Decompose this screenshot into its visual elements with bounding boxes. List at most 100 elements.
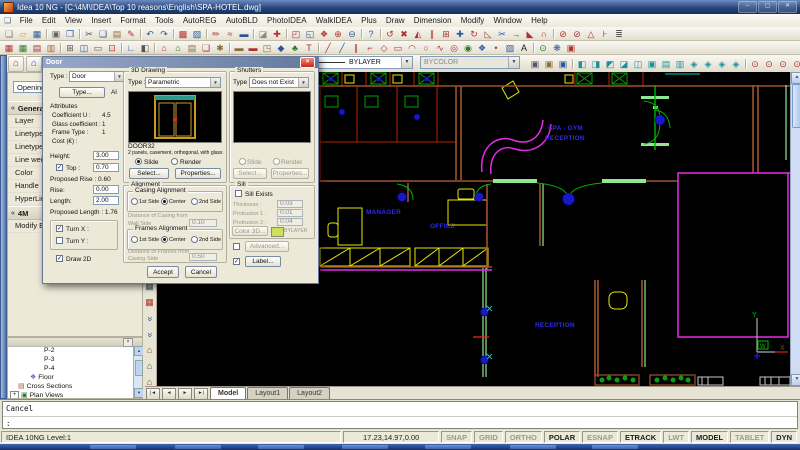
menu-help[interactable]: Help	[527, 16, 553, 25]
frames-1st-radio[interactable]	[131, 236, 138, 243]
move-icon[interactable]: ✚	[453, 28, 467, 40]
roof-2-icon[interactable]: ⌂	[171, 42, 185, 54]
arc-icon[interactable]: ◠	[405, 42, 419, 54]
menu-file[interactable]: File	[15, 16, 37, 25]
schedule-icon[interactable]: ▤	[30, 42, 44, 54]
iso-nw-icon[interactable]: ◈	[729, 58, 743, 70]
rise-field[interactable]	[93, 185, 119, 194]
offset-icon[interactable]: ∥	[425, 28, 439, 40]
slide-radio[interactable]	[135, 158, 142, 165]
erase-icon[interactable]: ◪	[256, 28, 270, 40]
idea-tool-1-icon[interactable]: ⌂	[143, 344, 156, 358]
accept-button[interactable]: Accept	[147, 266, 179, 278]
polyline-icon[interactable]: ⌐	[363, 42, 377, 54]
circle-icon[interactable]: ○	[419, 42, 433, 54]
turn-x-checkbox[interactable]	[56, 225, 63, 232]
symbol-star-icon[interactable]: ✱	[213, 42, 227, 54]
copy-icon[interactable]: ❑	[96, 28, 110, 40]
tab-first-icon[interactable]: |◄	[146, 388, 160, 400]
status-toggle-snap[interactable]: SNAP	[441, 431, 472, 443]
menu-photoidea[interactable]: PhotoIDEA	[262, 16, 311, 25]
status-toggle-model[interactable]: MODEL	[691, 431, 728, 443]
view-3d-ortho-icon[interactable]: ▥	[673, 58, 687, 70]
zoom-previous-icon[interactable]: ◱	[303, 28, 317, 40]
rotate-icon[interactable]: ↻	[467, 28, 481, 40]
door-tool-icon[interactable]: ⊡	[105, 42, 119, 54]
xline-icon[interactable]: ╱	[335, 42, 349, 54]
iso-ne-icon[interactable]: ◈	[715, 58, 729, 70]
cut-icon[interactable]: ✂	[82, 28, 96, 40]
roof-icon[interactable]: ⌂	[157, 42, 171, 54]
status-toggle-dyn[interactable]: DYN	[771, 431, 797, 443]
array-icon[interactable]: ⊞	[439, 28, 453, 40]
materials-icon[interactable]: ❋	[550, 42, 564, 54]
tree-item-plan-views[interactable]: +▣Plan Views	[8, 391, 134, 398]
extend-icon[interactable]: →	[509, 28, 523, 40]
menu-format[interactable]: Format	[116, 16, 151, 25]
pencil-icon[interactable]: ✏	[209, 28, 223, 40]
menu-view[interactable]: View	[60, 16, 86, 25]
view-top-icon[interactable]: ◧	[575, 58, 589, 70]
view-left-icon[interactable]: ◩	[603, 58, 617, 70]
menu-edit[interactable]: Edit	[37, 16, 60, 25]
idea-blue-icon[interactable]: ⌂	[26, 56, 42, 72]
table-icon[interactable]: ◆	[274, 42, 288, 54]
zoom-realtime-icon[interactable]: ⊙	[748, 58, 762, 70]
canvas-scrollbar[interactable]: ▲ ▼	[790, 72, 800, 386]
view-front-icon[interactable]: ◫	[631, 58, 645, 70]
publish-icon[interactable]: ▣	[556, 58, 570, 70]
opening-icon[interactable]: ▭	[91, 42, 105, 54]
status-toggle-ortho[interactable]: ORTHO	[505, 431, 542, 443]
dialog-title-bar[interactable]: Door ×	[43, 57, 318, 68]
collapse-2-icon[interactable]: »	[143, 329, 157, 342]
hatch-green-icon[interactable]: ▦	[16, 42, 30, 54]
new-icon[interactable]: ❏	[2, 28, 16, 40]
zoom-out-icon[interactable]: ⊖	[345, 28, 359, 40]
view-back-icon[interactable]: ▣	[645, 58, 659, 70]
menu-modify[interactable]: Modify	[456, 16, 489, 25]
chair-icon[interactable]: ◳	[260, 42, 274, 54]
draw-2d-checkbox[interactable]	[56, 255, 63, 262]
view-3d-icon[interactable]: ❏	[199, 42, 213, 54]
casing-1st-radio[interactable]	[131, 198, 138, 205]
sketch-icon[interactable]: ≈	[223, 28, 237, 40]
label-button[interactable]: Label...	[245, 256, 281, 267]
panel-blocks-icon[interactable]: ▦	[143, 296, 156, 310]
view-right-icon[interactable]: ◪	[617, 58, 631, 70]
docked-toolbar-strip[interactable]	[0, 55, 7, 399]
mtext-icon[interactable]: A	[517, 42, 531, 54]
image-attach-icon[interactable]: ▨	[190, 28, 204, 40]
render-radio[interactable]	[171, 158, 178, 165]
help-icon[interactable]: ?	[364, 28, 378, 40]
chamfer-icon[interactable]: ◣	[523, 28, 537, 40]
frames-2nd-radio[interactable]	[191, 236, 198, 243]
menu-autoreg[interactable]: AutoREG	[178, 16, 221, 25]
window-tool-icon[interactable]: ◫	[77, 42, 91, 54]
angle-icon[interactable]: △	[584, 28, 598, 40]
menu-window[interactable]: Window	[489, 16, 527, 25]
chevron-down-icon[interactable]: ▼	[210, 78, 220, 87]
tree-item-p-3[interactable]: P-3	[8, 355, 134, 364]
print-icon[interactable]: ▣	[49, 28, 63, 40]
corner-icon[interactable]: ∟	[124, 42, 138, 54]
status-toggle-grid[interactable]: GRID	[474, 431, 503, 443]
view-bottom-icon[interactable]: ◨	[589, 58, 603, 70]
menu-plus[interactable]: Plus	[357, 16, 382, 25]
iso-se-icon[interactable]: ◈	[701, 58, 715, 70]
zoom-in-icon[interactable]: ⊕	[331, 28, 345, 40]
sill-exists-checkbox[interactable]	[235, 190, 242, 197]
menu-walkidea[interactable]: WalkIDEA	[311, 16, 356, 25]
trim-icon[interactable]: ✂	[495, 28, 509, 40]
pan-icon[interactable]: ❖	[317, 28, 331, 40]
no-track-icon[interactable]: ⊘	[570, 28, 584, 40]
scroll-thumb[interactable]	[135, 360, 143, 376]
zoom-window-2-icon[interactable]: ⊙	[762, 58, 776, 70]
height-field[interactable]	[93, 151, 119, 160]
ellipse-icon[interactable]: ◎	[447, 42, 461, 54]
make-block-icon[interactable]: ❖	[475, 42, 489, 54]
menu-autobld[interactable]: AutoBLD	[221, 16, 262, 25]
tab-last-icon[interactable]: ►|	[194, 388, 208, 400]
hatch-icon[interactable]: ▨	[503, 42, 517, 54]
tree-scrollbar[interactable]: ▲ ▼	[133, 346, 142, 398]
status-toggle-lwt[interactable]: LWT	[663, 431, 689, 443]
